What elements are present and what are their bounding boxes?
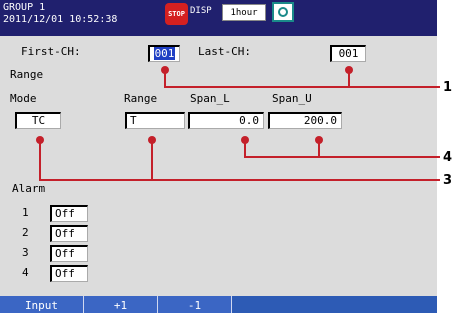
callout-line-3 (39, 140, 440, 181)
callout-number-4: 4 (443, 150, 453, 165)
callout-number-3: 3 (443, 173, 453, 188)
callout-lines (36, 66, 440, 181)
callout-line-4 (244, 140, 440, 158)
callout-dot-first-ch (161, 66, 169, 74)
callout-dot-range (148, 136, 156, 144)
callout-dot-span-l (241, 136, 249, 144)
callout-dot-last-ch (345, 66, 353, 74)
callout-dot-mode (36, 136, 44, 144)
callout-number-1: 1 (443, 80, 453, 95)
callout-dot-span-u (315, 136, 323, 144)
callout-line-1 (164, 70, 440, 88)
